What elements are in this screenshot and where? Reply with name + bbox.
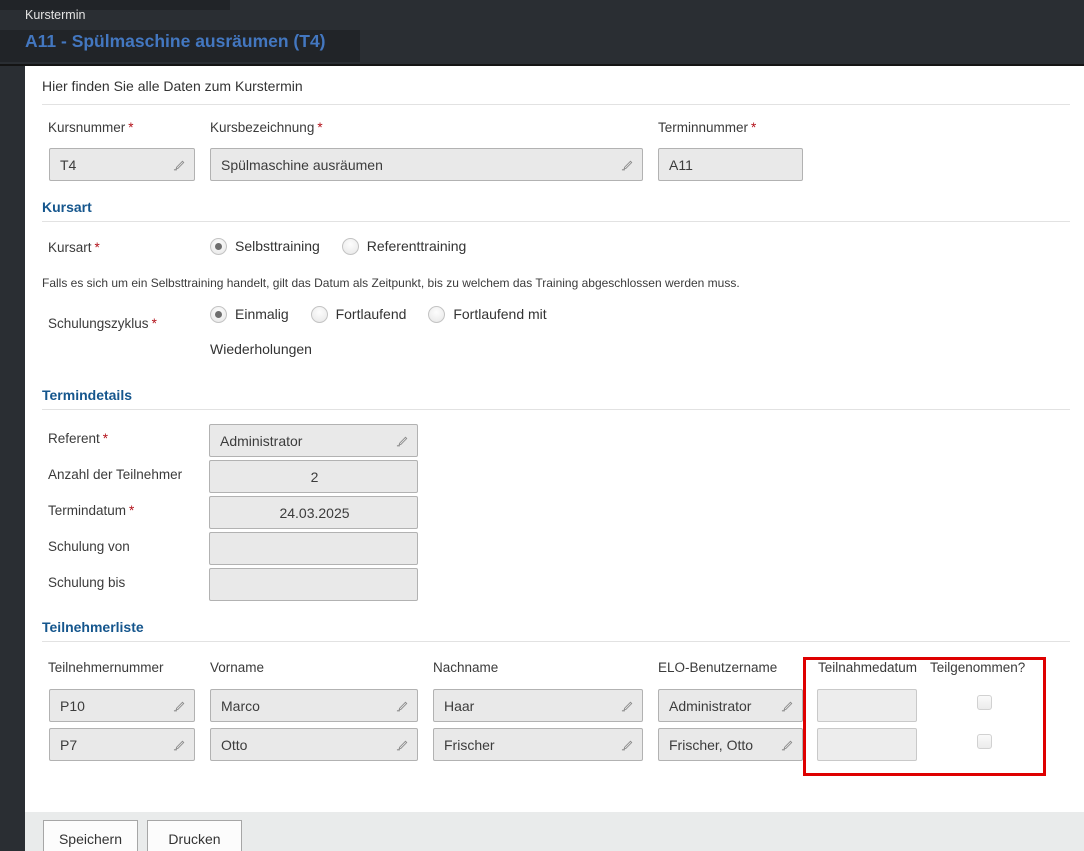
edit-pencil-icon[interactable] [621, 738, 634, 751]
column-header-nachname: Nachname [433, 660, 498, 675]
termindatum-field[interactable]: 24.03.2025 [209, 496, 418, 529]
highlight-red-box [803, 657, 1046, 776]
radio-icon[interactable] [342, 238, 359, 255]
app-header: Kurstermin A11 - Spülmaschine ausräumen … [0, 0, 1084, 66]
schulung-bis-label: Schulung bis [48, 575, 125, 590]
schulung-von-label: Schulung von [48, 539, 130, 554]
nachname-field-row1[interactable]: Haar [433, 689, 643, 722]
column-header-elo-benutzername: ELO-Benutzername [658, 660, 777, 675]
required-marker: * [129, 503, 134, 518]
termindatum-value: 24.03.2025 [220, 505, 409, 521]
kursart-radio-group: Selbsttraining Referenttraining [210, 238, 730, 255]
elo-benutzername-field-row1[interactable]: Administrator [658, 689, 803, 722]
nachname-value: Haar [444, 698, 617, 714]
required-marker: * [152, 316, 157, 331]
page-title: A11 - Spülmaschine ausräumen (T4) [25, 31, 326, 52]
kursnummer-field[interactable]: T4 [49, 148, 195, 181]
anzahl-teilnehmer-value: 2 [220, 469, 409, 485]
teilnehmernummer-value: P10 [60, 698, 169, 714]
left-sidebar-strip [0, 66, 25, 851]
edit-pencil-icon[interactable] [621, 158, 634, 171]
section-title-termindetails: Termindetails [42, 387, 132, 403]
nachname-field-row2[interactable]: Frischer [433, 728, 643, 761]
radio-label: Referenttraining [367, 238, 467, 254]
section-title-kursart: Kursart [42, 199, 92, 215]
kursart-label: Kursart* [48, 240, 100, 255]
anzahl-teilnehmer-field[interactable]: 2 [209, 460, 418, 493]
edit-pencil-icon[interactable] [396, 738, 409, 751]
terminnummer-label: Terminnummer* [658, 120, 756, 135]
teilnehmernummer-field-row2[interactable]: P7 [49, 728, 195, 761]
column-header-teilnehmernummer: Teilnehmernummer [48, 660, 164, 675]
radio-icon[interactable] [210, 238, 227, 255]
schulungszyklus-radio-group: Einmalig Fortlaufend Fortlaufend mit Wie… [210, 297, 610, 367]
radio-option-einmalig[interactable]: Einmalig [210, 306, 289, 322]
referent-label: Referent* [48, 431, 108, 446]
elo-benutzername-value: Administrator [669, 698, 777, 714]
radio-icon[interactable] [428, 306, 445, 323]
required-marker: * [128, 120, 133, 135]
kursbezeichnung-label: Kursbezeichnung* [210, 120, 323, 135]
elo-benutzername-field-row2[interactable]: Frischer, Otto [658, 728, 803, 761]
save-button[interactable]: Speichern [43, 820, 138, 851]
vorname-field-row1[interactable]: Marco [210, 689, 418, 722]
divider [42, 409, 1070, 410]
breadcrumb: Kurstermin [25, 8, 85, 22]
edit-pencil-icon[interactable] [173, 699, 186, 712]
edit-pencil-icon[interactable] [173, 158, 186, 171]
radio-option-referenttraining[interactable]: Referenttraining [342, 238, 467, 254]
edit-pencil-icon[interactable] [781, 699, 794, 712]
selbsttraining-hint-text: Falls es sich um ein Selbsttraining hand… [42, 276, 740, 290]
divider [42, 104, 1070, 105]
edit-pencil-icon[interactable] [396, 699, 409, 712]
intro-text: Hier finden Sie alle Daten zum Kurstermi… [42, 78, 303, 94]
elo-benutzername-value: Frischer, Otto [669, 737, 777, 753]
terminnummer-field[interactable]: A11 [658, 148, 803, 181]
edit-pencil-icon[interactable] [396, 434, 409, 447]
print-button[interactable]: Drucken [147, 820, 242, 851]
radio-icon[interactable] [210, 306, 227, 323]
radio-icon[interactable] [311, 306, 328, 323]
kursnummer-value: T4 [60, 157, 169, 173]
edit-pencil-icon[interactable] [781, 738, 794, 751]
required-marker: * [95, 240, 100, 255]
vorname-field-row2[interactable]: Otto [210, 728, 418, 761]
teilnehmernummer-field-row1[interactable]: P10 [49, 689, 195, 722]
required-marker: * [751, 120, 756, 135]
kursnummer-label: Kursnummer* [48, 120, 134, 135]
divider [42, 221, 1070, 222]
vorname-value: Marco [221, 698, 392, 714]
terminnummer-value: A11 [669, 157, 794, 173]
required-marker: * [103, 431, 108, 446]
edit-pencil-icon[interactable] [621, 699, 634, 712]
column-header-vorname: Vorname [210, 660, 264, 675]
radio-label: Einmalig [235, 306, 289, 322]
nachname-value: Frischer [444, 737, 617, 753]
radio-label: Fortlaufend [336, 306, 407, 322]
schulung-von-field[interactable] [209, 532, 418, 565]
schulungszyklus-label: Schulungszyklus* [48, 316, 157, 331]
kursbezeichnung-value: Spülmaschine ausräumen [221, 157, 617, 173]
vorname-value: Otto [221, 737, 392, 753]
radio-option-fortlaufend[interactable]: Fortlaufend [311, 306, 407, 322]
referent-value: Administrator [220, 433, 392, 449]
referent-field[interactable]: Administrator [209, 424, 418, 457]
radio-label: Selbsttraining [235, 238, 320, 254]
anzahl-teilnehmer-label: Anzahl der Teilnehmer [48, 467, 182, 482]
section-title-teilnehmerliste: Teilnehmerliste [42, 619, 144, 635]
divider [42, 641, 1070, 642]
kursbezeichnung-field[interactable]: Spülmaschine ausräumen [210, 148, 643, 181]
edit-pencil-icon[interactable] [173, 738, 186, 751]
termindatum-label: Termindatum* [48, 503, 134, 518]
schulung-bis-field[interactable] [209, 568, 418, 601]
required-marker: * [317, 120, 322, 135]
teilnehmernummer-value: P7 [60, 737, 169, 753]
radio-option-selbsttraining[interactable]: Selbsttraining [210, 238, 320, 254]
kurstermin-form-screen: Kurstermin A11 - Spülmaschine ausräumen … [0, 0, 1084, 851]
